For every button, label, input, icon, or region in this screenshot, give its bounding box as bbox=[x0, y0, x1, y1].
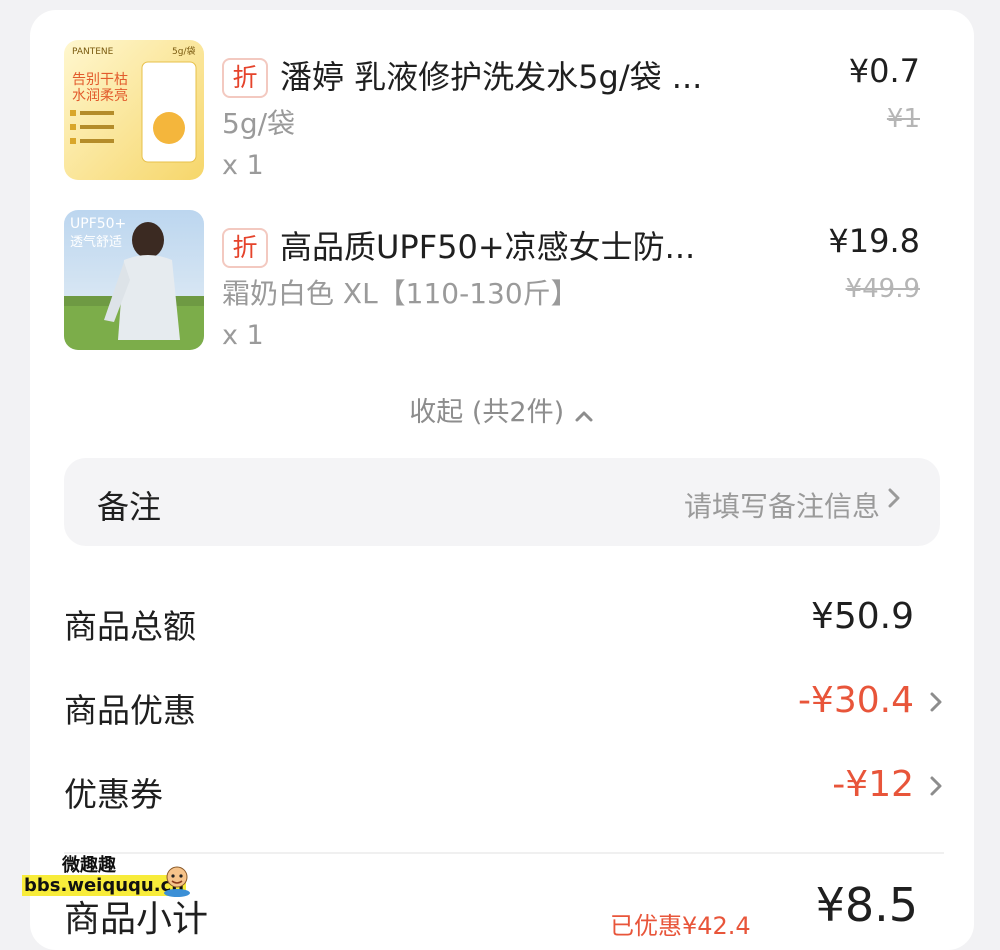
discount-value: -¥30.4 bbox=[797, 680, 914, 721]
total-label: 商品总额 bbox=[64, 607, 196, 646]
subtotal-value: ¥8.5 bbox=[815, 878, 918, 932]
product-title[interactable]: 高品质UPF50+凉感女士防... bbox=[280, 222, 780, 268]
coupon-label: 优惠券 bbox=[64, 775, 163, 814]
chevron-right-icon bbox=[886, 484, 902, 519]
discount-tag: 折 bbox=[222, 58, 268, 98]
watermark-title: 微趣趣 bbox=[62, 855, 116, 876]
summary-row-total: 商品总额 ¥50.9 bbox=[64, 596, 944, 660]
product-price: ¥19.8 bbox=[828, 222, 920, 260]
order-item[interactable]: UPF50+ 透气舒适 折 高品质UPF50+凉感女士防... 霜奶白色 XL【… bbox=[30, 208, 974, 358]
summary-row-coupon[interactable]: 优惠券 -¥12 bbox=[64, 764, 944, 828]
product-title[interactable]: 潘婷 乳液修护洗发水5g/袋 ... bbox=[280, 52, 780, 98]
thumb-text1: 告别干枯 bbox=[72, 72, 128, 88]
remark-field[interactable]: 备注 请填写备注信息 bbox=[64, 458, 940, 546]
total-value: ¥50.9 bbox=[810, 596, 914, 637]
order-card: PANTENE 5g/袋 告别干枯 水润柔亮 折 潘婷 乳液修护洗发水5g/袋 … bbox=[30, 10, 974, 950]
remark-label: 备注 bbox=[97, 488, 162, 526]
remark-placeholder: 请填写备注信息 bbox=[683, 490, 880, 523]
jacket-image: UPF50+ 透气舒适 bbox=[64, 210, 204, 350]
shampoo-image: PANTENE 5g/袋 告别干枯 水润柔亮 bbox=[64, 40, 204, 180]
discount-tag: 折 bbox=[222, 228, 268, 268]
collapse-items-toggle[interactable]: 收起 (共2件) bbox=[30, 390, 974, 429]
chevron-right-icon bbox=[928, 768, 944, 811]
product-price: ¥0.7 bbox=[848, 52, 920, 90]
order-item[interactable]: PANTENE 5g/袋 告别干枯 水润柔亮 折 潘婷 乳液修护洗发水5g/袋 … bbox=[30, 38, 974, 188]
product-spec: 5g/袋 bbox=[222, 107, 296, 140]
product-thumbnail-jacket[interactable]: UPF50+ 透气舒适 bbox=[64, 210, 204, 350]
summary-row-discount[interactable]: 商品优惠 -¥30.4 bbox=[64, 680, 944, 744]
thumb-text2: 水润柔亮 bbox=[72, 87, 128, 104]
thumb-text1: UPF50+ bbox=[70, 216, 126, 232]
discount-label: 商品优惠 bbox=[64, 691, 196, 730]
product-original-price: ¥1 bbox=[886, 104, 920, 134]
chevron-right-icon bbox=[928, 684, 944, 727]
product-original-price: ¥49.9 bbox=[845, 274, 920, 304]
watermark: 微趣趣 bbs.weiququ.cn bbox=[0, 845, 210, 905]
product-quantity: x 1 bbox=[222, 320, 264, 351]
collapse-label: 收起 (共2件) bbox=[409, 397, 565, 428]
thumb-brand: PANTENE bbox=[72, 47, 114, 57]
thumb-badge: 5g/袋 bbox=[172, 45, 195, 57]
mascot-icon bbox=[162, 865, 192, 897]
product-thumbnail-shampoo[interactable]: PANTENE 5g/袋 告别干枯 水润柔亮 bbox=[64, 40, 204, 180]
product-quantity: x 1 bbox=[222, 150, 264, 181]
coupon-value: -¥12 bbox=[832, 764, 914, 805]
product-spec: 霜奶白色 XL【110-130斤】 bbox=[222, 277, 579, 310]
saved-amount: 已优惠¥42.4 bbox=[610, 912, 751, 940]
thumb-text2: 透气舒适 bbox=[70, 234, 122, 250]
chevron-up-icon bbox=[573, 403, 595, 425]
